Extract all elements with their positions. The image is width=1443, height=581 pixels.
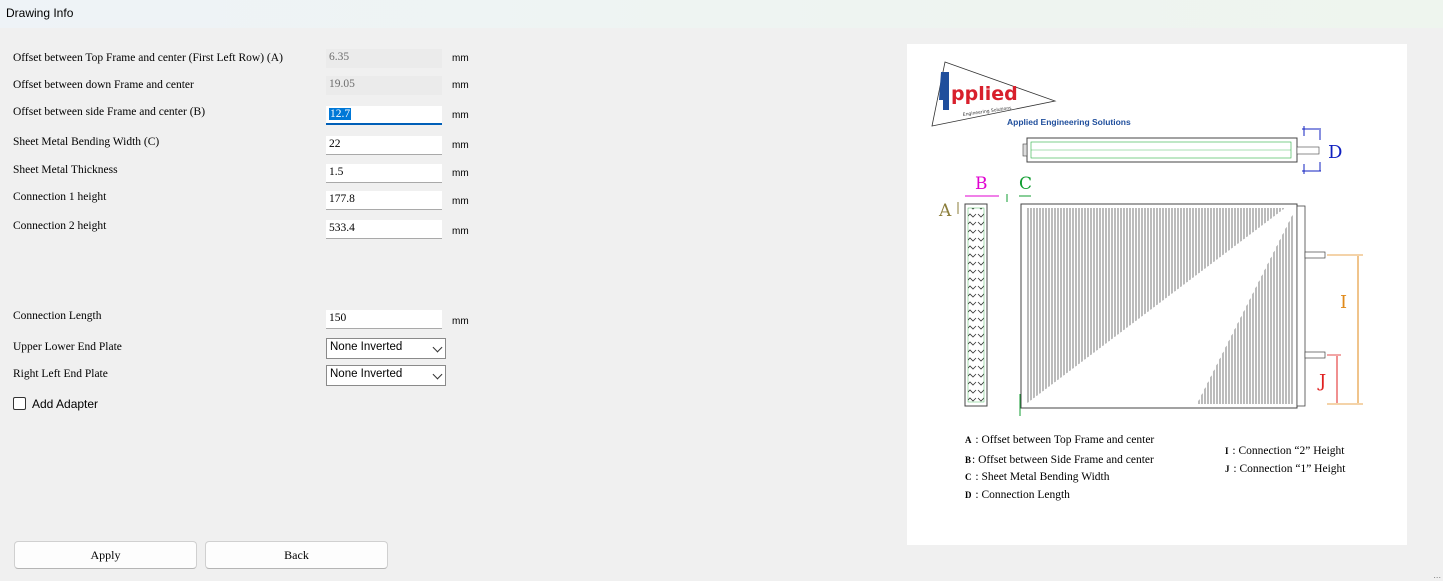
legend-text: : Connection “1” Height: [1233, 463, 1346, 475]
legend-b: B: Offset between Side Frame and center: [965, 454, 1154, 466]
unit-label: mm: [452, 80, 469, 91]
right-left-end-plate-select[interactable]: None Inverted: [326, 365, 446, 386]
label-right-left-end-plate: Right Left End Plate: [13, 368, 108, 380]
label-connection-2-height: Connection 2 height: [13, 220, 107, 232]
unit-label: mm: [452, 196, 469, 207]
legend-text: : Connection “2” Height: [1232, 445, 1345, 457]
dim-label-i: I: [1340, 292, 1347, 313]
label-bending-width: Sheet Metal Bending Width (C): [13, 136, 160, 148]
unit-label: mm: [452, 140, 469, 151]
legend-c: C : Sheet Metal Bending Width: [965, 471, 1110, 483]
legend-key: D: [965, 490, 972, 500]
dim-label-b: B: [975, 174, 988, 194]
connection-1-height-field[interactable]: 177.8: [326, 191, 442, 210]
label-offset-side-frame: Offset between side Frame and center (B): [13, 106, 206, 118]
legend-text: : Offset between Top Frame and center: [975, 434, 1155, 446]
selected-option: None Inverted: [330, 368, 403, 380]
upper-lower-end-plate-select[interactable]: None Inverted: [326, 338, 446, 359]
legend-i: I : Connection “2” Height: [1225, 445, 1345, 457]
title-bar: Drawing Info: [0, 0, 1443, 28]
back-button[interactable]: Back: [205, 541, 388, 569]
unit-label: mm: [452, 168, 469, 179]
label-sheet-thickness: Sheet Metal Thickness: [13, 164, 118, 176]
offset-side-frame-field[interactable]: 12.7: [326, 106, 442, 125]
legend-j: J : Connection “1” Height: [1225, 463, 1345, 475]
offset-top-frame-field: 6.35: [326, 49, 442, 68]
label-upper-lower-end-plate: Upper Lower End Plate: [13, 341, 122, 353]
dim-label-j: J: [1317, 371, 1326, 392]
offset-down-frame-field: 19.05: [326, 76, 442, 95]
drawing-panel: pplied Engineering Solutions D B A C I J…: [907, 44, 1407, 545]
legend-key: J: [1225, 464, 1230, 474]
logo-word: pplied: [951, 83, 1018, 105]
label-offset-top-frame: Offset between Top Frame and center (Fir…: [13, 52, 283, 64]
logo-tagline: Engineering Solutions: [962, 105, 1012, 118]
resize-grip-icon[interactable]: ...: [1433, 571, 1441, 580]
front-view: C I J: [1006, 174, 1363, 416]
legend-key: B: [965, 455, 972, 465]
company-name: Applied Engineering Solutions: [1007, 117, 1131, 127]
chevron-down-icon: [432, 369, 443, 380]
legend-a: A : Offset between Top Frame and center: [965, 434, 1154, 446]
apply-button[interactable]: Apply: [14, 541, 197, 569]
label-connection-length: Connection Length: [13, 310, 102, 322]
add-adapter-checkbox[interactable]: [13, 397, 26, 410]
sheet-thickness-field[interactable]: 1.5: [326, 164, 442, 183]
top-view: D: [1022, 126, 1342, 174]
legend-text: : Connection Length: [975, 489, 1070, 501]
label-connection-1-height: Connection 1 height: [13, 191, 107, 203]
unit-label: mm: [452, 226, 469, 237]
legend-key: I: [1225, 446, 1229, 456]
dim-label-a: A: [938, 201, 952, 221]
legend-d: D : Connection Length: [965, 489, 1070, 501]
connection-2-height-field[interactable]: 533.4: [326, 220, 442, 239]
selected-text: 12.7: [329, 108, 352, 120]
dim-label-d: D: [1328, 142, 1342, 163]
legend-key: A: [965, 435, 972, 445]
dim-label-c: C: [1019, 174, 1032, 194]
unit-label: mm: [452, 316, 469, 327]
chevron-down-icon: [432, 342, 443, 353]
label-offset-down-frame: Offset between down Frame and center: [13, 79, 194, 91]
bending-width-field[interactable]: 22: [326, 136, 442, 155]
unit-label: mm: [452, 53, 469, 64]
legend-text: : Sheet Metal Bending Width: [975, 471, 1110, 483]
unit-label: mm: [452, 110, 469, 121]
selected-option: None Inverted: [330, 341, 403, 353]
side-view: B A: [938, 174, 999, 407]
legend-text: : Offset between Side Frame and center: [972, 454, 1154, 466]
legend-key: C: [965, 472, 972, 482]
add-adapter-label[interactable]: Add Adapter: [32, 397, 98, 411]
window-title: Drawing Info: [6, 6, 74, 20]
connection-length-field[interactable]: 150: [326, 310, 442, 329]
